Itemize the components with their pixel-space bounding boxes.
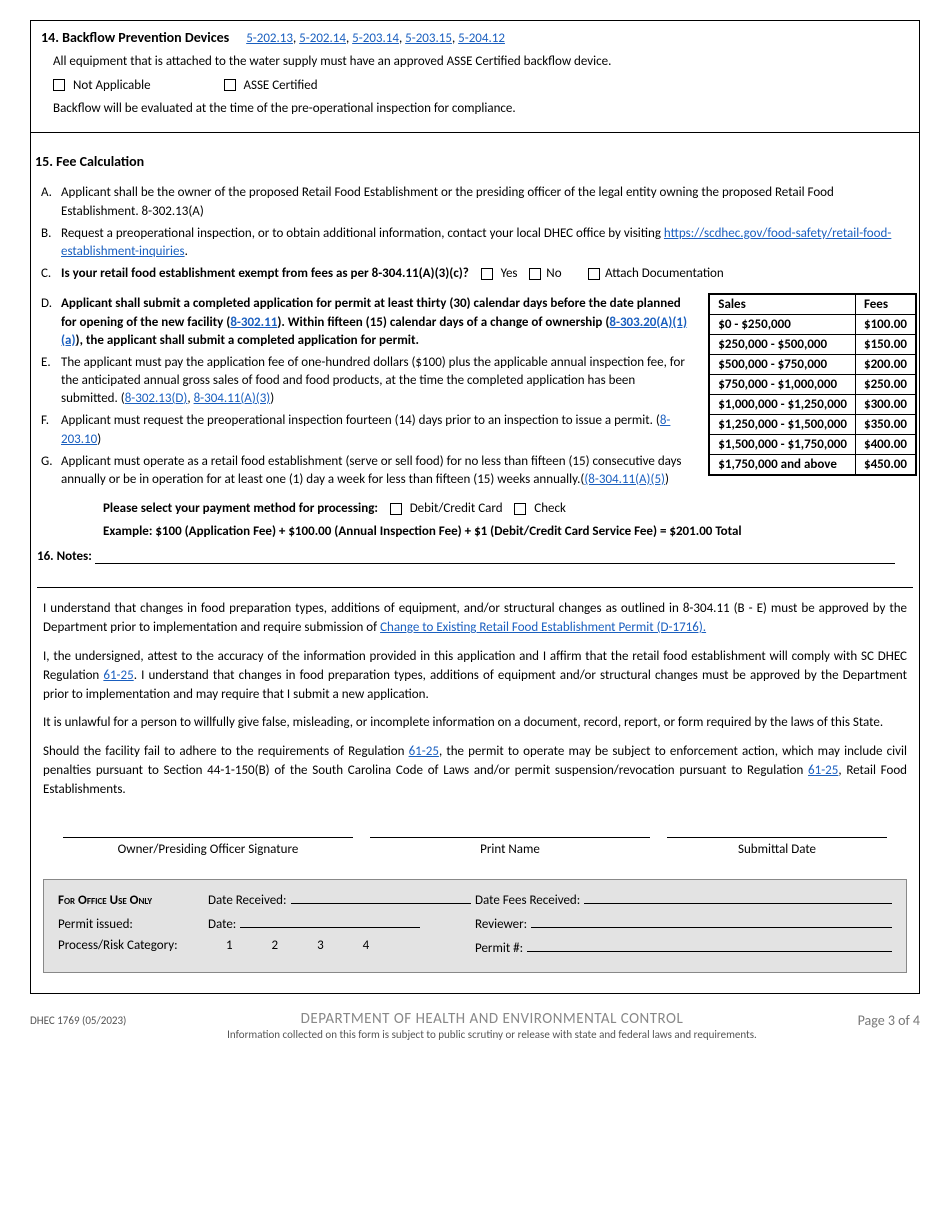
section-14: 14. Backflow Prevention Devices 5-202.13…	[31, 21, 919, 132]
label-asse-certified: ASSE Certified	[243, 78, 317, 93]
sig-print: Print Name	[370, 818, 650, 857]
office-title: For Office Use Only	[58, 893, 208, 908]
field-date-received[interactable]	[291, 890, 471, 904]
form-main-box: 14. Backflow Prevention Devices 5-202.13…	[30, 20, 920, 994]
risk-1[interactable]: 1	[226, 938, 233, 953]
page-footer: DHEC 1769 (05/2023) DEPARTMENT OF HEALTH…	[30, 1010, 920, 1041]
reg-8-304-11a5[interactable]: (8-304.11(A)(5)	[584, 472, 665, 487]
item-e: E. The applicant must pay the applicatio…	[33, 352, 696, 411]
notes-field-2[interactable]	[37, 566, 913, 588]
sig-owner-line[interactable]	[63, 818, 353, 838]
table-row: $500,000 - $750,000$200.00	[709, 355, 916, 375]
attest-p4: Should the facility fail to adhere to th…	[43, 743, 907, 800]
reg-link[interactable]: 5-203.14	[352, 31, 399, 46]
checkbox-attach-doc[interactable]	[588, 268, 600, 280]
payment-method-row: Please select your payment method for pr…	[103, 501, 917, 516]
risk-3[interactable]: 3	[317, 938, 324, 953]
link-61-25-b[interactable]: 61-25	[409, 744, 439, 759]
reg-8-304-11a3[interactable]: 8-304.11(A)(3)	[194, 391, 271, 406]
section-14-title: 14. Backflow Prevention Devices	[41, 29, 229, 46]
reg-link[interactable]: 5-202.14	[299, 31, 346, 46]
item-c: C. Is your retail food establishment exe…	[33, 263, 917, 285]
attestation-block: I understand that changes in food prepar…	[33, 588, 917, 814]
link-61-25-c[interactable]: 61-25	[808, 763, 838, 778]
table-row: $1,000,000 - $1,250,000$300.00	[709, 395, 916, 415]
notes-row: 16. Notes:	[33, 547, 917, 566]
item-g: G. Applicant must operate as a retail fo…	[33, 451, 696, 491]
sig-date-line[interactable]	[667, 818, 887, 838]
sig-date: Submittal Date	[667, 818, 887, 857]
attest-p2: I, the undersigned, attest to the accura…	[43, 648, 907, 705]
section-15: 15. Fee Calculation A. Applicant shall b…	[31, 132, 919, 992]
office-use-box: For Office Use Only Date Received: Date …	[43, 879, 907, 973]
risk-category-options: 1 2 3 4	[208, 938, 387, 953]
checkbox-exempt-yes[interactable]	[481, 268, 493, 280]
link-61-25-a[interactable]: 61-25	[103, 668, 133, 683]
table-row: $0 - $250,000$100.00	[709, 315, 916, 335]
sig-owner: Owner/Presiding Officer Signature	[63, 818, 353, 857]
checkbox-exempt-no[interactable]	[529, 268, 541, 280]
item-a: A. Applicant shall be the owner of the p…	[33, 182, 917, 222]
table-row: $1,250,000 - $1,500,000$350.00	[709, 415, 916, 435]
footer-dept: DEPARTMENT OF HEALTH AND ENVIRONMENTAL C…	[126, 1010, 857, 1028]
checkbox-asse-certified[interactable]	[224, 79, 236, 91]
label-not-applicable: Not Applicable	[73, 78, 151, 93]
section-14-regs: 5-202.13, 5-202.14, 5-203.14, 5-203.15, …	[246, 31, 505, 46]
table-row: $1,500,000 - $1,750,000$400.00	[709, 435, 916, 455]
table-row: $750,000 - $1,000,000$250.00	[709, 375, 916, 395]
risk-2[interactable]: 2	[272, 938, 279, 953]
checkbox-debit-credit[interactable]	[390, 503, 402, 515]
reg-8-302-11[interactable]: 8-302.11	[230, 315, 277, 330]
risk-4[interactable]: 4	[363, 938, 370, 953]
sig-print-line[interactable]	[370, 818, 650, 838]
item-b: B. Request a preoperational inspection, …	[33, 223, 917, 263]
fee-example: Example: $100 (Application Fee) + $100.0…	[103, 524, 917, 539]
checkbox-check[interactable]	[514, 503, 526, 515]
section-15-title: 15. Fee Calculation	[33, 153, 917, 170]
reg-8-302-13d[interactable]: 8-302.13(D)	[125, 391, 188, 406]
field-permit-num[interactable]	[527, 938, 892, 952]
reg-link[interactable]: 5-203.15	[405, 31, 452, 46]
footer-form-id: DHEC 1769 (05/2023)	[30, 1010, 126, 1027]
notes-field-1[interactable]	[95, 550, 895, 564]
reg-link[interactable]: 5-204.12	[458, 31, 505, 46]
reg-link[interactable]: 5-202.13	[246, 31, 293, 46]
fee-table-head-sales: Sales	[709, 294, 855, 315]
attest-p1: I understand that changes in food prepar…	[43, 600, 907, 638]
table-row: $1,750,000 and above$450.00	[709, 455, 916, 476]
field-date-fees[interactable]	[584, 890, 892, 904]
link-d1716[interactable]: Change to Existing Retail Food Establish…	[380, 620, 706, 635]
item-f: F. Applicant must request the preoperati…	[33, 410, 696, 450]
item-d: D. Applicant shall submit a completed ap…	[33, 293, 696, 352]
footer-sub: Information collected on this form is su…	[126, 1028, 857, 1041]
footer-page: Page 3 of 4	[858, 1010, 920, 1029]
field-reviewer[interactable]	[531, 914, 892, 928]
field-permit-date[interactable]	[240, 914, 420, 928]
checkbox-not-applicable[interactable]	[53, 79, 65, 91]
fee-table-head-fees: Fees	[855, 294, 916, 315]
attest-p3: It is unlawful for a person to willfully…	[43, 714, 907, 733]
signature-row: Owner/Presiding Officer Signature Print …	[33, 814, 917, 871]
table-row: $250,000 - $500,000$150.00	[709, 335, 916, 355]
section-14-line1: All equipment that is attached to the wa…	[53, 52, 909, 72]
fee-table: Sales Fees $0 - $250,000$100.00 $250,000…	[708, 293, 917, 476]
section-14-line2: Backflow will be evaluated at the time o…	[53, 99, 909, 119]
